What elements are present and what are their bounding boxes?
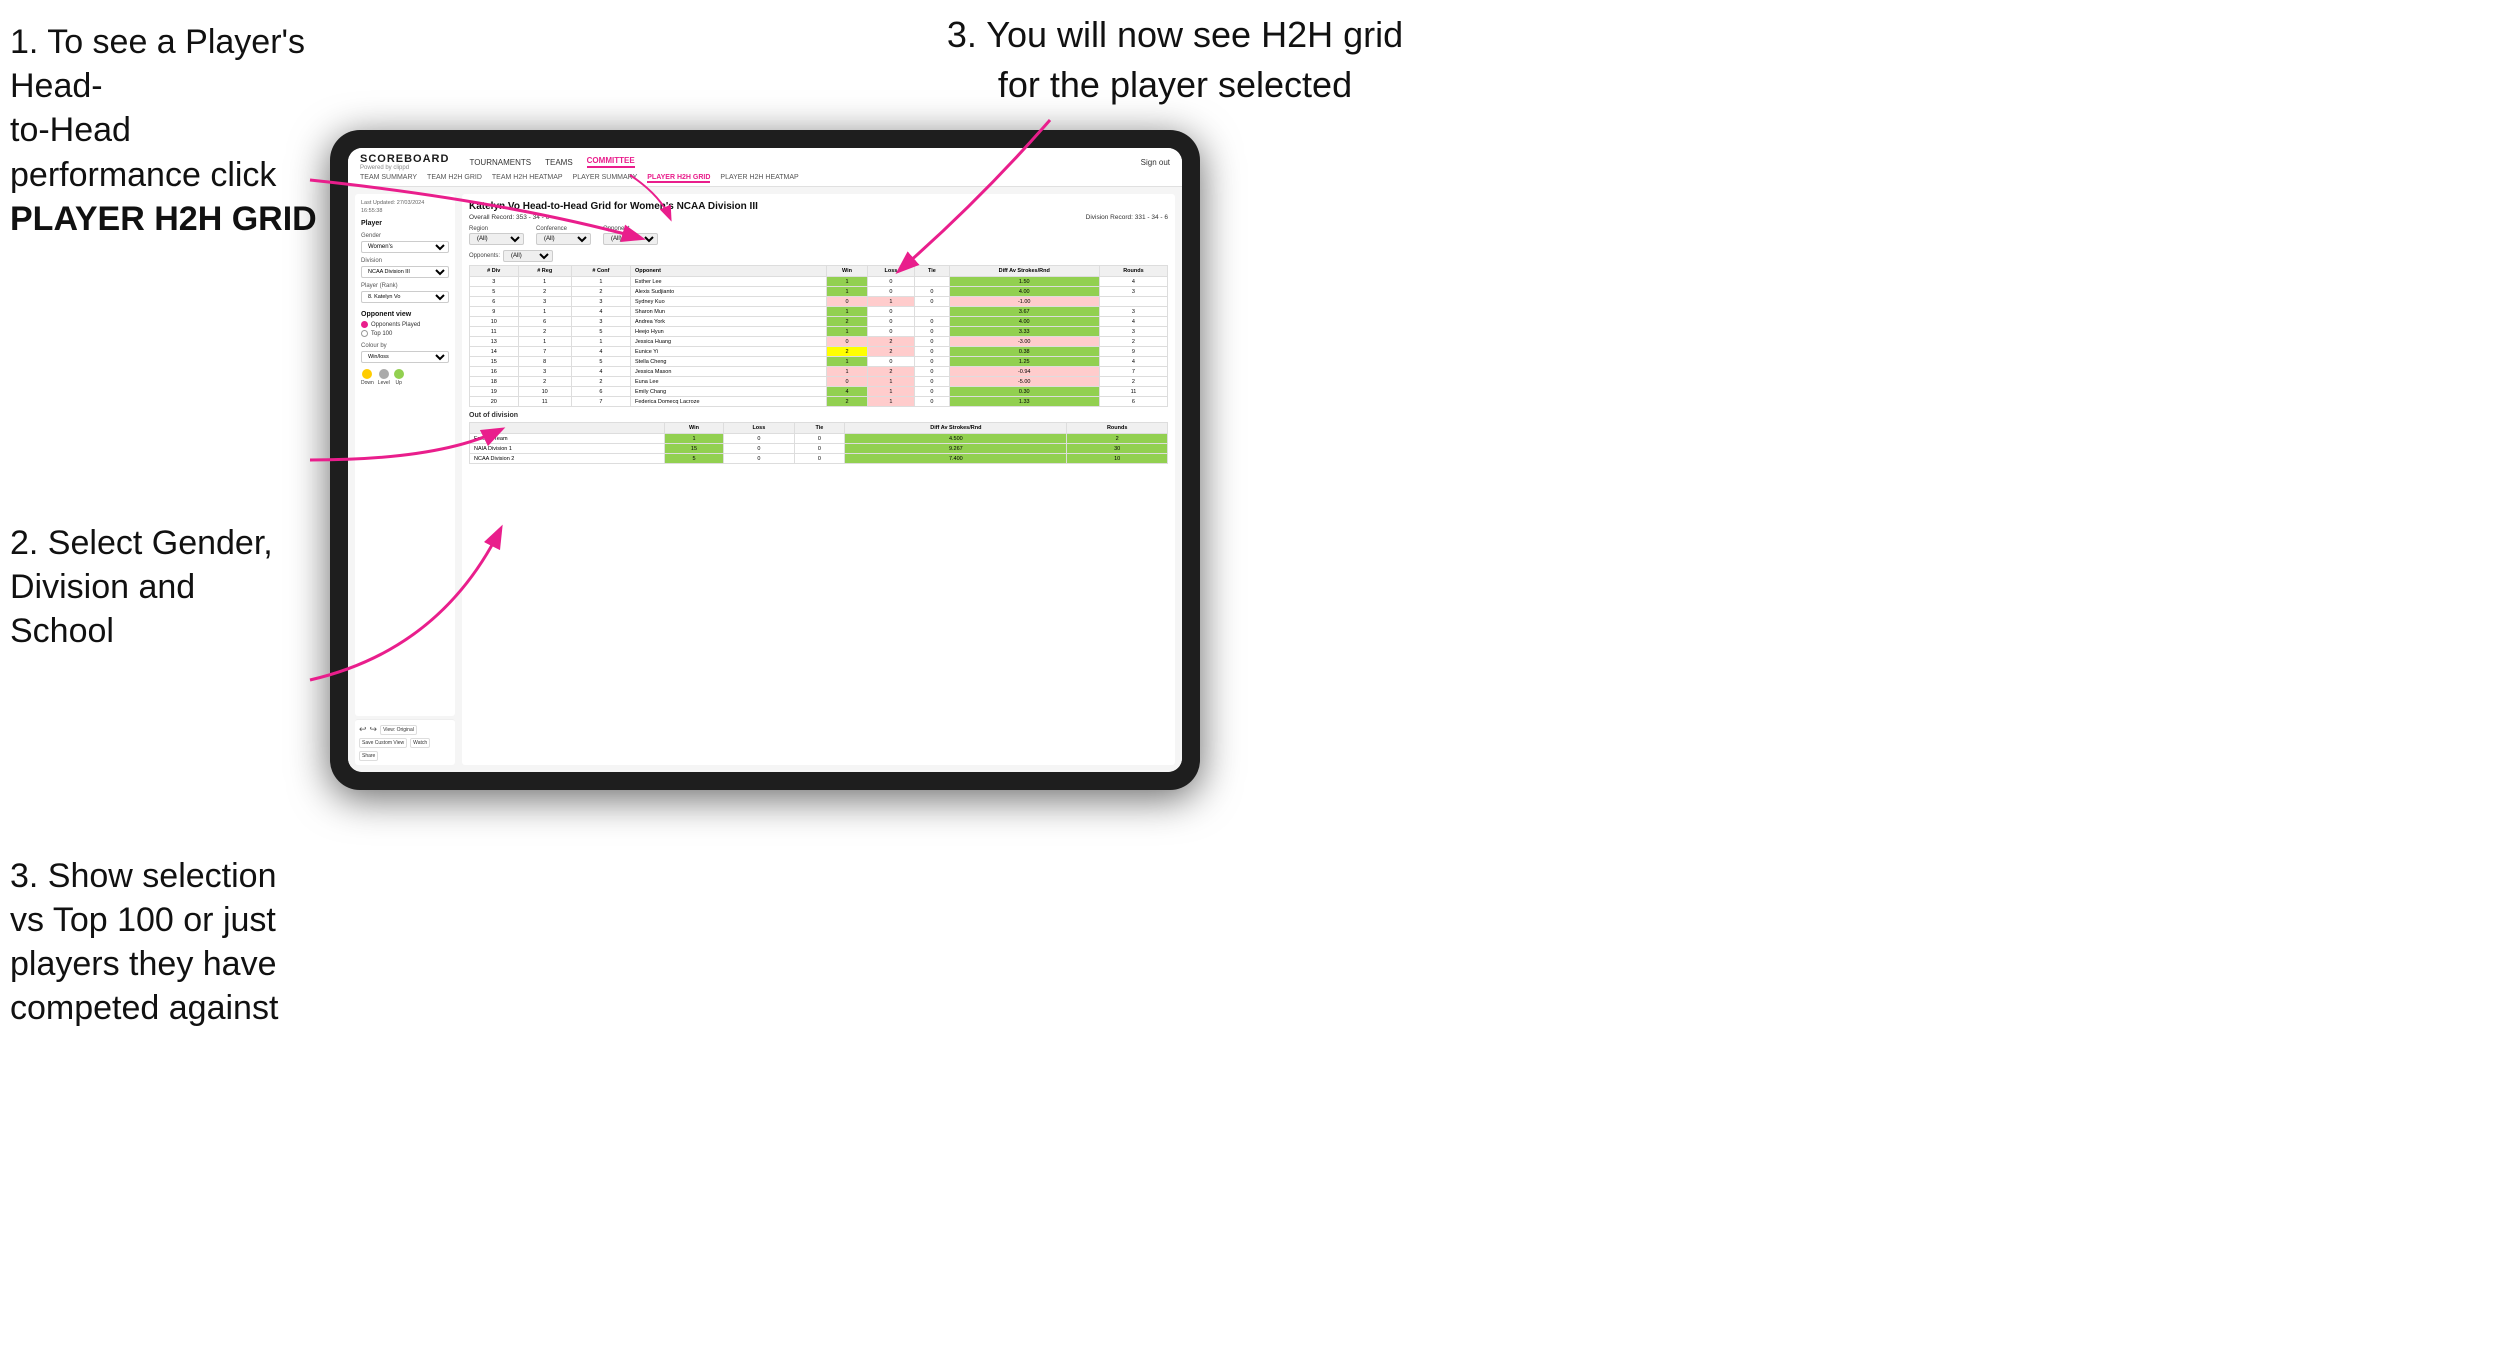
step3a-text: 3. Show selection vs Top 100 or just pla…	[10, 854, 320, 1031]
sidebar: Last Updated: 27/03/2024 16:55:38 Player…	[355, 194, 455, 765]
division-record: Division Record: 331 - 34 - 6	[1086, 214, 1168, 221]
instructions-panel: 1. To see a Player's Head- to-Head perfo…	[10, 20, 320, 1030]
step2-text: 2. Select Gender, Division and School	[10, 521, 320, 654]
conference-filter[interactable]: (All)	[536, 233, 591, 245]
view-original-btn[interactable]: View: Original	[380, 725, 417, 735]
out-of-division-label: Out of division	[469, 412, 1168, 419]
player-rank-select[interactable]: 8. Katelyn Vo	[361, 291, 449, 303]
colour-by-section: Colour by Win/loss	[361, 343, 449, 363]
gender-section: Gender Women's	[361, 233, 449, 253]
opponent-view-section: Opponent view Opponents Played Top 100	[361, 311, 449, 337]
watch-btn[interactable]: Watch	[410, 738, 430, 748]
undo-btn[interactable]: ↩	[359, 724, 367, 735]
nav-tournaments[interactable]: TOURNAMENTS	[469, 158, 531, 167]
save-view-btn[interactable]: Save Custom View	[359, 738, 407, 748]
logo-text: SCOREBOARD	[360, 153, 449, 165]
subnav-player-heatmap[interactable]: PLAYER H2H HEATMAP	[720, 174, 798, 183]
opponents-label: Opponents:	[469, 253, 500, 259]
tablet-frame: SCOREBOARD Powered by clippd TOURNAMENTS…	[330, 130, 1200, 790]
division-select[interactable]: NCAA Division III	[361, 266, 449, 278]
out-of-division-table: Win Loss Tie Diff Av Strokes/Rnd Rounds …	[469, 422, 1168, 464]
step1-block: 1. To see a Player's Head- to-Head perfo…	[10, 20, 320, 241]
nav-bar: SCOREBOARD Powered by clippd TOURNAMENTS…	[348, 148, 1182, 187]
subnav-player-summary[interactable]: PLAYER SUMMARY	[573, 174, 638, 183]
main-content: Last Updated: 27/03/2024 16:55:38 Player…	[348, 187, 1182, 772]
opponent-view-label: Opponent view	[361, 311, 449, 318]
subnav-team-summary[interactable]: TEAM SUMMARY	[360, 174, 417, 183]
logo: SCOREBOARD Powered by clippd	[360, 153, 449, 171]
logo-sub: Powered by clippd	[360, 165, 449, 171]
player-section: Player	[361, 220, 449, 227]
sidebar-panel: Last Updated: 27/03/2024 16:55:38 Player…	[355, 194, 455, 716]
subnav-team-h2h[interactable]: TEAM H2H GRID	[427, 174, 482, 183]
overall-record: Overall Record: 353 - 34 - 6	[469, 214, 549, 221]
share-btn[interactable]: Share	[359, 751, 378, 761]
sign-out[interactable]: Sign out	[1141, 158, 1170, 167]
colour-legend: Down Level Up	[361, 369, 449, 386]
colour-by-label: Colour by	[361, 343, 449, 349]
gender-select[interactable]: Women's	[361, 241, 449, 253]
redo-btn[interactable]: ↪	[370, 724, 378, 735]
nav-teams[interactable]: TEAMS	[545, 158, 573, 167]
step1-text: 1. To see a Player's Head- to-Head perfo…	[10, 20, 320, 241]
step2-block: 2. Select Gender, Division and School	[10, 521, 320, 654]
step3b-text: 3. You will now see H2H grid for the pla…	[900, 10, 1450, 111]
data-area: Katelyn Vo Head-to-Head Grid for Women's…	[462, 194, 1175, 765]
step3b-block: 3. You will now see H2H grid for the pla…	[900, 10, 1450, 111]
division-label: Division	[361, 258, 449, 264]
last-updated: Last Updated: 27/03/2024 16:55:38	[361, 200, 449, 215]
gender-label: Gender	[361, 233, 449, 239]
h2h-table: # Div # Reg # Conf Opponent Win Loss Tie…	[469, 265, 1168, 407]
player-rank-section: Player (Rank) 8. Katelyn Vo	[361, 283, 449, 303]
data-title: Katelyn Vo Head-to-Head Grid for Women's…	[469, 201, 1168, 212]
nav-committee[interactable]: COMMITTEE	[587, 156, 635, 168]
subnav-team-heatmap[interactable]: TEAM H2H HEATMAP	[492, 174, 563, 183]
player-rank-label: Player (Rank)	[361, 283, 449, 289]
top100-radio[interactable]: Top 100	[361, 330, 449, 337]
division-section: Division NCAA Division III	[361, 258, 449, 278]
region-filter[interactable]: (All)	[469, 233, 524, 245]
step3a-block: 3. Show selection vs Top 100 or just pla…	[10, 854, 320, 1031]
subnav-player-h2h[interactable]: PLAYER H2H GRID	[647, 174, 710, 183]
tablet-screen: SCOREBOARD Powered by clippd TOURNAMENTS…	[348, 148, 1182, 772]
opponent-filter[interactable]: (All)	[603, 233, 658, 245]
colour-by-select[interactable]: Win/loss	[361, 351, 449, 363]
opponents-played-radio[interactable]: Opponents Played	[361, 321, 449, 328]
opponents-value-select[interactable]: (All)	[503, 250, 553, 262]
toolbar: ↩ ↪ View: Original Save Custom View Watc…	[355, 719, 455, 765]
player-label: Player	[361, 220, 449, 227]
